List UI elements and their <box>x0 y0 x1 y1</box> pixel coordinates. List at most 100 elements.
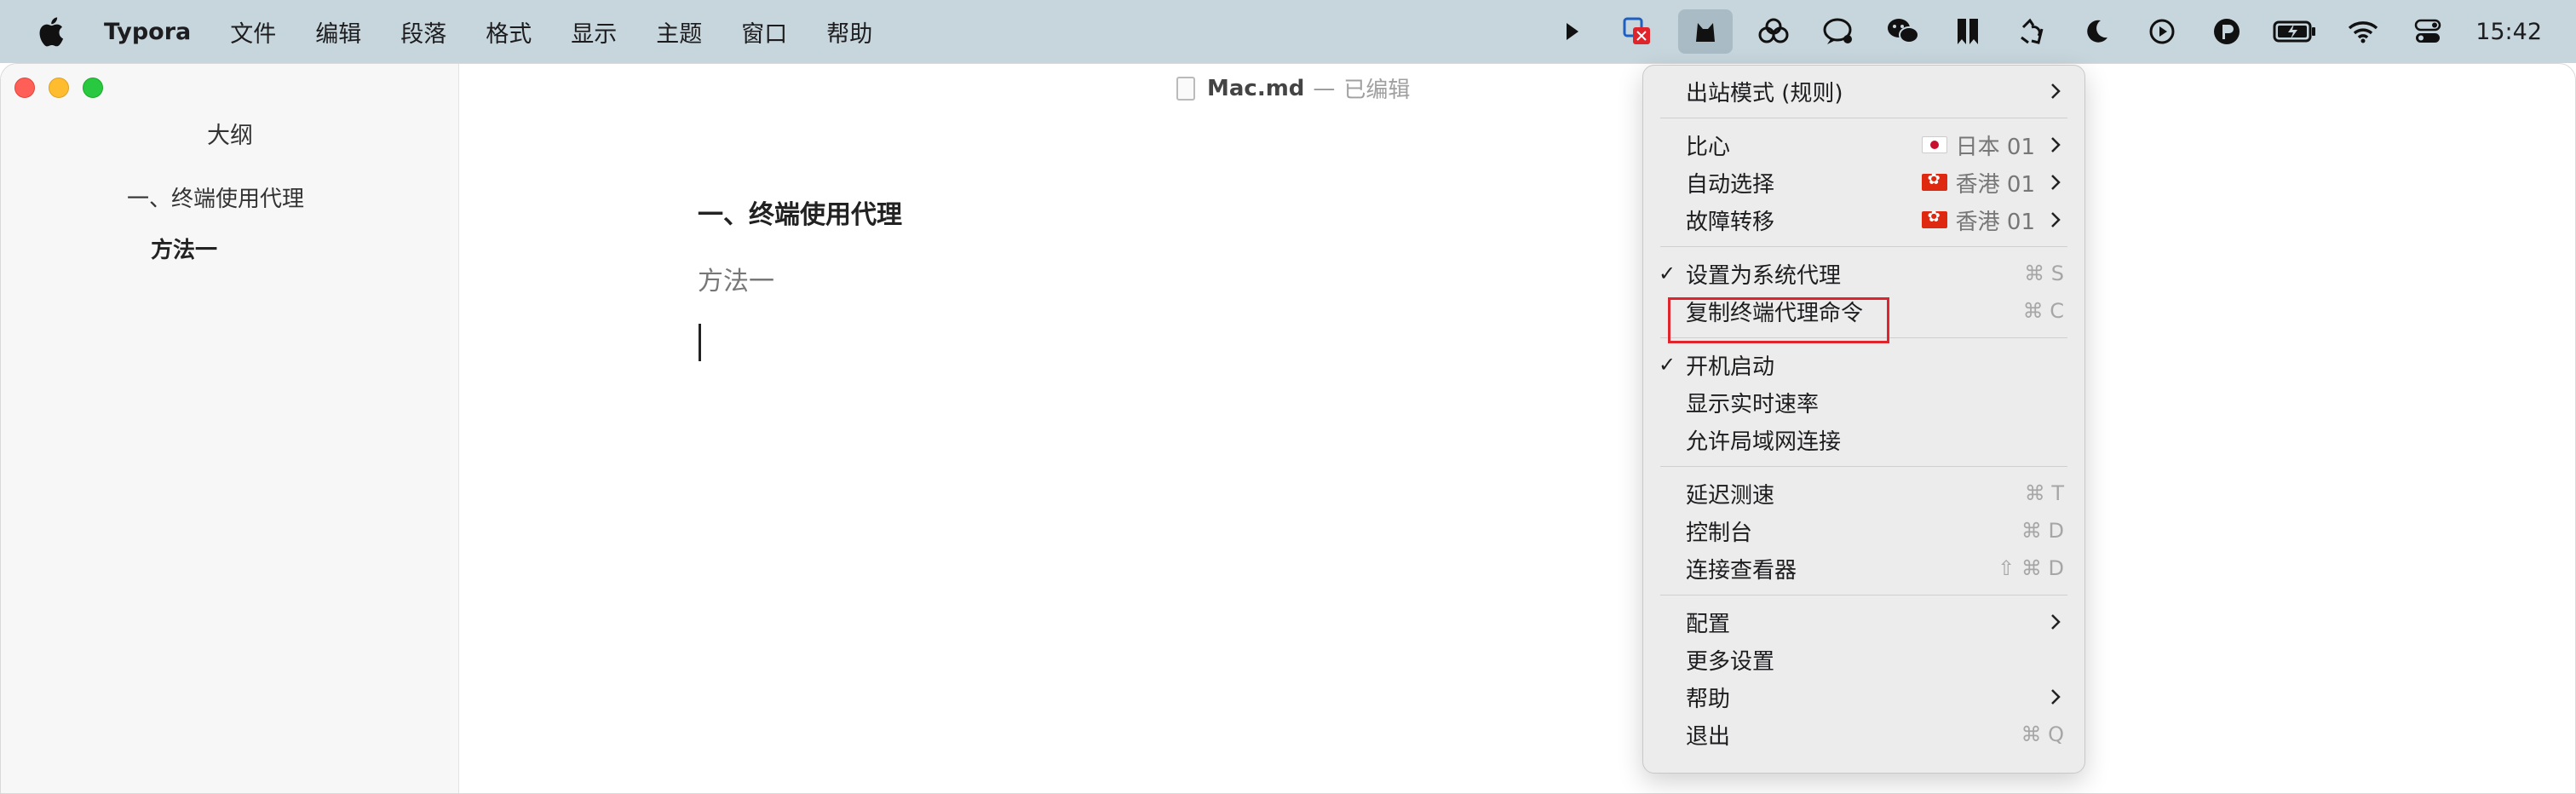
window-controls <box>14 78 117 98</box>
menu-window[interactable]: 窗口 <box>741 15 787 49</box>
dashboard-label: 控制台 <box>1686 520 1753 546</box>
text-cursor <box>699 324 701 361</box>
config-label: 配置 <box>1686 611 1731 637</box>
quit-label: 退出 <box>1686 723 1731 750</box>
battery-icon[interactable] <box>2268 8 2322 55</box>
menu-paragraph[interactable]: 段落 <box>400 15 446 49</box>
play-icon[interactable] <box>2138 8 2186 55</box>
group-server: 香港 01 <box>1955 171 2035 198</box>
group-label: 比心 <box>1686 134 1731 160</box>
chevron-right-icon <box>2047 210 2064 230</box>
title-filename: Mac.md <box>1207 75 1305 101</box>
hongkong-flag-icon <box>1921 211 1947 228</box>
wifi-icon[interactable] <box>2339 8 2387 55</box>
menu-separator <box>1660 246 2067 247</box>
group-label: 故障转移 <box>1686 209 1775 235</box>
menu-allow-lan[interactable]: 允许局域网连接 <box>1643 421 2084 458</box>
shortcut-label: ⌘ D <box>2021 519 2064 543</box>
menu-help[interactable]: 帮助 <box>826 15 872 49</box>
menu-dashboard[interactable]: 控制台 ⌘ D <box>1643 512 2084 549</box>
menu-connection-viewer[interactable]: 连接查看器 ⇧ ⌘ D <box>1643 549 2084 587</box>
editor-heading-2[interactable]: 方法一 <box>698 260 774 297</box>
pocket-icon[interactable] <box>2203 8 2251 55</box>
menu-group-bixin[interactable]: 比心 日本 01 <box>1643 126 2084 164</box>
menu-edit[interactable]: 编辑 <box>315 15 361 49</box>
checkmark-icon: ✓ <box>1659 353 1676 377</box>
chevron-right-icon <box>2047 135 2064 155</box>
title-edited-status: 已编辑 <box>1343 78 1411 103</box>
menu-quit[interactable]: 退出 ⌘ Q <box>1643 716 2084 753</box>
editor-heading-1[interactable]: 一、终端使用代理 <box>698 193 902 231</box>
clash-cat-icon[interactable] <box>1678 9 1734 54</box>
menu-app-name[interactable]: Typora <box>104 19 191 45</box>
apple-icon[interactable] <box>29 9 73 54</box>
menu-separator <box>1660 466 2067 467</box>
menu-theme[interactable]: 主题 <box>656 15 702 49</box>
group-label: 自动选择 <box>1686 171 1775 198</box>
outline-item-level1[interactable]: 一、终端使用代理 <box>127 181 304 213</box>
menu-copy-terminal-proxy-command[interactable]: 复制终端代理命令 ⌘ C <box>1643 292 2084 330</box>
menu-latency-test[interactable]: 延迟测速 ⌘ T <box>1643 475 2084 512</box>
chevron-right-icon <box>2047 687 2064 707</box>
menu-outbound-mode[interactable]: 出站模式 (规则) <box>1643 72 2084 110</box>
menu-separator <box>1660 595 2067 596</box>
menu-help-submenu[interactable]: 帮助 <box>1643 678 2084 716</box>
zoom-window-button[interactable] <box>83 78 103 98</box>
menu-group-failover[interactable]: 故障转移 香港 01 <box>1643 201 2084 239</box>
show-speed-label: 显示实时速率 <box>1686 391 1820 417</box>
shortcut-label: ⌘ T <box>2024 481 2064 505</box>
connection-viewer-label: 连接查看器 <box>1686 557 1797 584</box>
clash-dropdown-menu: 出站模式 (规则) 比心 日本 01 自动选择 香港 01 故障转移 香港 01… <box>1642 65 2085 774</box>
outbound-mode-label: 出站模式 (规则) <box>1686 80 1843 106</box>
menu-bar: Typora 文件 编辑 段落 格式 显示 主题 窗口 帮助 15:42 <box>0 0 2576 63</box>
help-label: 帮助 <box>1686 686 1731 712</box>
menu-show-speed[interactable]: 显示实时速率 <box>1643 383 2084 421</box>
japan-flag-icon <box>1921 136 1947 153</box>
menu-bar-clock[interactable]: 15:42 <box>2475 19 2542 45</box>
allow-lan-label: 允许局域网连接 <box>1686 429 1842 455</box>
menu-separator <box>1660 337 2067 338</box>
minimize-window-button[interactable] <box>49 78 69 98</box>
outline-sidebar: 大纲 一、终端使用代理 方法一 <box>1 64 459 793</box>
bookmark-icon[interactable] <box>1944 8 1992 55</box>
copy-terminal-label: 复制终端代理命令 <box>1686 300 1864 326</box>
shortcut-label: ⌘ Q <box>2021 722 2064 746</box>
parallels-icon[interactable] <box>1613 8 1661 55</box>
close-window-button[interactable] <box>14 78 35 98</box>
menu-launch-at-login[interactable]: ✓ 开机启动 <box>1643 346 2084 383</box>
menu-view[interactable]: 显示 <box>571 15 617 49</box>
menu-group-auto-select[interactable]: 自动选择 香港 01 <box>1643 164 2084 201</box>
chevron-right-icon <box>2047 172 2064 193</box>
chevron-right-icon <box>2047 612 2064 632</box>
document-icon <box>1176 76 1195 101</box>
menu-more-settings[interactable]: 更多设置 <box>1643 641 2084 678</box>
checkmark-icon: ✓ <box>1659 262 1676 285</box>
more-settings-label: 更多设置 <box>1686 648 1775 675</box>
shortcut-label: ⌘ C <box>2022 299 2064 323</box>
chevron-right-icon <box>2047 81 2064 101</box>
outline-title: 大纲 <box>207 123 253 149</box>
title-separator: — <box>1313 75 1336 101</box>
launch-at-login-label: 开机启动 <box>1686 354 1775 380</box>
chat-icon[interactable] <box>1814 8 1862 55</box>
link-rings-icon[interactable] <box>1750 8 1797 55</box>
shortcut-label: ⇧ ⌘ D <box>1998 556 2064 580</box>
wechat-icon[interactable] <box>1879 8 1927 55</box>
recycle-icon[interactable] <box>2009 8 2056 55</box>
menu-config[interactable]: 配置 <box>1643 603 2084 641</box>
control-center-icon[interactable] <box>2404 8 2452 55</box>
latency-test-label: 延迟测速 <box>1686 482 1775 509</box>
outline-item-level2[interactable]: 方法一 <box>151 233 217 264</box>
menu-set-system-proxy[interactable]: ✓ 设置为系统代理 ⌘ S <box>1643 255 2084 292</box>
menu-file[interactable]: 文件 <box>230 15 276 49</box>
shortcut-label: ⌘ S <box>2024 262 2064 285</box>
system-proxy-label: 设置为系统代理 <box>1686 262 1842 289</box>
chevron-right-icon[interactable] <box>1549 8 1596 55</box>
window-title: Mac.md — 已编辑 <box>1176 72 1410 104</box>
group-server: 香港 01 <box>1955 209 2035 235</box>
hongkong-flag-icon <box>1921 174 1947 191</box>
group-server: 日本 01 <box>1955 134 2035 160</box>
status-area: 15:42 <box>1540 0 2576 63</box>
menu-format[interactable]: 格式 <box>486 15 532 49</box>
moon-icon[interactable] <box>2073 8 2121 55</box>
